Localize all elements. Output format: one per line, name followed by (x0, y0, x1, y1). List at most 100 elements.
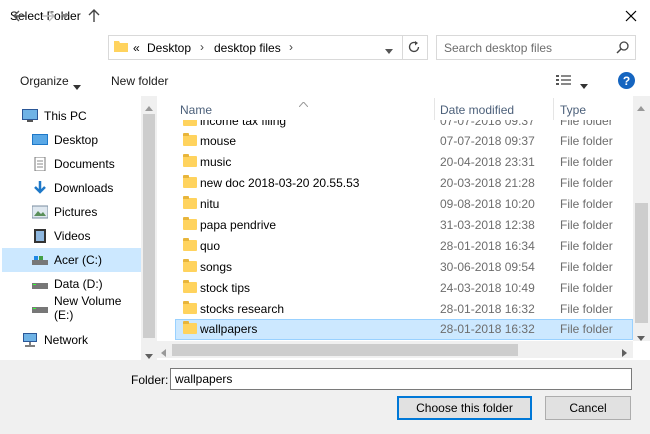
address-divider (402, 35, 403, 60)
help-icon[interactable]: ? (618, 72, 635, 89)
sidebar-item-label: This PC (44, 109, 87, 123)
view-dropdown-icon[interactable] (580, 78, 588, 92)
column-name[interactable]: Name (180, 103, 212, 117)
breadcrumb-desktop-files[interactable]: desktop files (214, 41, 281, 55)
file-date: 31-03-2018 12:38 (440, 218, 535, 232)
sidebar-item-label: Videos (54, 229, 91, 243)
scroll-down-icon[interactable] (637, 330, 645, 344)
file-type: File folder (560, 281, 613, 295)
scroll-right-icon[interactable] (622, 346, 627, 360)
folder-icon (183, 280, 197, 293)
chevron-down-icon (73, 79, 81, 93)
file-name: quo (200, 239, 221, 253)
file-name: stocks research (200, 302, 285, 316)
file-date: 20-04-2018 23:31 (440, 155, 535, 169)
list-item[interactable]: papa pendrive 31-03-2018 12:38 File fold… (175, 215, 633, 236)
cancel-button[interactable]: Cancel (545, 396, 631, 420)
close-button[interactable] (614, 2, 648, 30)
videos-icon (32, 229, 48, 243)
sidebar-item-label: New Volume (E:) (54, 294, 122, 322)
address-dropdown-icon[interactable] (385, 43, 393, 57)
breadcrumb-desktop[interactable]: Desktop (147, 41, 191, 55)
list-item[interactable]: quo 28-01-2018 16:34 File folder (175, 236, 633, 257)
file-name: mouse (200, 134, 237, 148)
drive-icon (32, 253, 48, 267)
organize-button[interactable]: Organize (20, 74, 69, 88)
file-name: music (200, 155, 232, 169)
file-type: File folder (560, 239, 613, 253)
folder-icon (183, 259, 197, 272)
drive-icon (32, 301, 48, 315)
breadcrumb-separator-icon[interactable]: › (289, 40, 293, 54)
back-button[interactable] (10, 6, 30, 26)
list-item[interactable]: new doc 2018-03-20 20.55.53 20-03-2018 2… (175, 173, 633, 194)
search-input[interactable]: Search desktop files (444, 41, 552, 55)
file-type: File folder (560, 120, 613, 128)
file-date: 20-03-2018 21:28 (440, 176, 535, 190)
column-divider[interactable] (553, 98, 554, 120)
list-item[interactable]: nitu 09-08-2018 10:20 File folder (175, 194, 633, 215)
sidebar-item-acer-c[interactable]: Acer (C:) (2, 248, 141, 272)
folder-icon (183, 154, 197, 167)
folder-icon (183, 238, 197, 251)
scroll-up-icon[interactable] (145, 100, 153, 114)
list-item[interactable]: songs 30-06-2018 09:54 File folder (175, 257, 633, 278)
forward-button[interactable] (38, 6, 58, 26)
file-name: papa pendrive (200, 218, 277, 232)
file-name: songs (200, 260, 233, 274)
folder-icon (183, 301, 197, 314)
choose-folder-button[interactable]: Choose this folder (397, 396, 532, 420)
downloads-icon (32, 181, 48, 195)
address-overflow[interactable]: « (133, 41, 140, 55)
file-type: File folder (560, 176, 613, 190)
view-options-icon[interactable] (556, 74, 572, 89)
sidebar-item-label: Documents (54, 157, 115, 171)
folder-icon (114, 40, 128, 52)
hscroll-thumb[interactable] (172, 344, 518, 356)
file-name: income tax filing (200, 120, 287, 128)
list-item[interactable]: stock tips 24-03-2018 10:49 File folder (175, 278, 633, 299)
recent-locations-button[interactable] (58, 6, 72, 26)
file-name: stock tips (200, 281, 251, 295)
back-arrow-icon (13, 10, 26, 22)
vscroll-thumb[interactable] (635, 203, 648, 323)
new-folder-button[interactable]: New folder (111, 74, 168, 88)
file-date: 28-01-2018 16:32 (440, 322, 535, 336)
list-item[interactable]: stocks research 28-01-2018 16:32 File fo… (175, 299, 633, 320)
sort-ascending-icon (298, 96, 309, 110)
sidebar-item-label: Network (44, 333, 89, 347)
scroll-up-icon[interactable] (637, 100, 645, 114)
desktop-icon (32, 133, 48, 147)
list-item[interactable]: music 20-04-2018 23:31 File folder (175, 152, 633, 173)
folder-name-input[interactable]: wallpapers (170, 368, 632, 390)
list-item-selected[interactable]: wallpapers 28-01-2018 16:32 File folder (175, 319, 633, 340)
file-type: File folder (560, 322, 613, 336)
up-arrow-icon (88, 9, 100, 22)
sidebar-scroll-thumb[interactable] (143, 114, 155, 338)
refresh-icon[interactable] (407, 40, 421, 57)
pictures-icon (31, 205, 49, 219)
breadcrumb-separator-icon[interactable]: › (200, 40, 204, 54)
file-name: nitu (200, 197, 220, 211)
column-type[interactable]: Type (560, 103, 586, 117)
folder-icon (183, 196, 197, 209)
folder-icon (183, 175, 197, 188)
file-date: 28-01-2018 16:32 (440, 302, 535, 316)
search-icon[interactable] (616, 41, 629, 57)
file-type: File folder (560, 218, 613, 232)
file-type: File folder (560, 260, 613, 274)
documents-icon (32, 156, 48, 172)
column-date-modified[interactable]: Date modified (440, 103, 514, 117)
up-button[interactable] (84, 6, 104, 26)
list-item[interactable]: mouse 07-07-2018 09:37 File folder (175, 131, 633, 152)
sidebar-item-new-volume-e[interactable]: New Volume (E:) (32, 294, 144, 322)
file-date: 30-06-2018 09:54 (440, 260, 535, 274)
file-rows: income tax filing 07-07-2018 09:37 File … (157, 120, 633, 341)
close-icon (625, 10, 637, 22)
chevron-down-icon (61, 13, 69, 19)
sidebar-item-label: Desktop (54, 133, 99, 147)
column-divider[interactable] (434, 98, 435, 120)
folder-icon (183, 321, 197, 334)
scroll-left-icon[interactable] (161, 346, 166, 360)
organize-label: Organize (20, 74, 69, 88)
